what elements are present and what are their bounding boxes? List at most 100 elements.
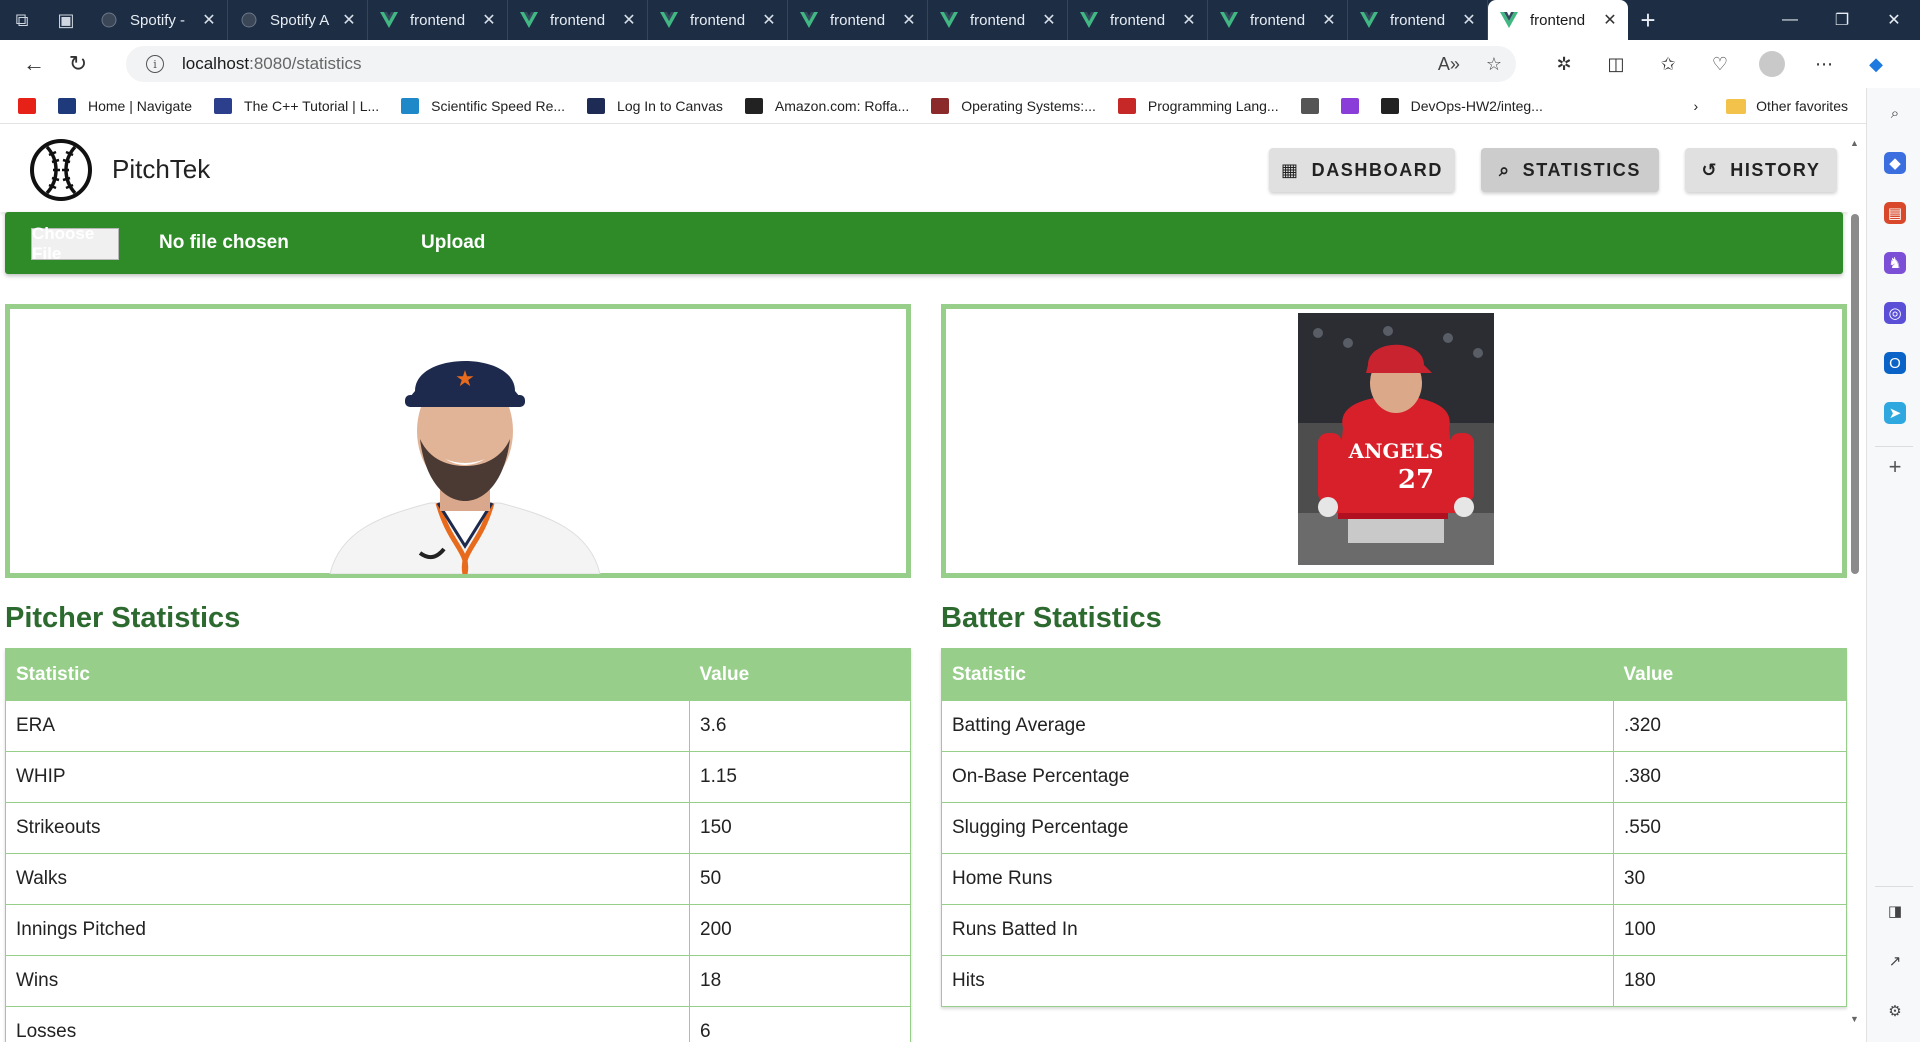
- tab-actions-icon[interactable]: ▣: [44, 0, 88, 40]
- favorite-link[interactable]: Operating Systems:...: [931, 97, 1096, 114]
- window-controls: — ❐ ✕: [1764, 0, 1920, 40]
- browser-tab[interactable]: frontend ✕: [1348, 0, 1488, 40]
- url-text[interactable]: localhost:8080/statistics: [182, 54, 362, 74]
- shopping-tag-icon[interactable]: ◆: [1884, 152, 1906, 174]
- favorite-label: Scientific Speed Re...: [431, 97, 566, 114]
- scroll-down-arrow-icon[interactable]: ▼: [1850, 1014, 1859, 1024]
- batter-stats-table: Statistic Value Batting Average .320 On-Ba…: [941, 648, 1847, 1007]
- profile-avatar[interactable]: [1759, 51, 1785, 77]
- favorites-bar: Home | Navigate The C++ Tutorial | L... Sc…: [0, 88, 1866, 124]
- close-tab-icon[interactable]: ✕: [481, 10, 497, 30]
- close-tab-icon[interactable]: ✕: [341, 10, 357, 30]
- site-info-icon[interactable]: i: [146, 55, 164, 73]
- more-menu-icon[interactable]: ⋯: [1798, 44, 1850, 84]
- browser-tab[interactable]: frontend ✕: [788, 0, 928, 40]
- favorite-link[interactable]: [18, 97, 36, 114]
- scroll-up-arrow-icon[interactable]: ▲: [1850, 138, 1859, 148]
- extensions-icon[interactable]: ✲: [1538, 44, 1590, 84]
- cpp-icon: [214, 97, 233, 114]
- browser-tab[interactable]: frontend ✕: [1068, 0, 1208, 40]
- favorite-link[interactable]: Scientific Speed Re...: [401, 97, 566, 114]
- stat-name-cell: Walks: [5, 853, 690, 905]
- close-tab-icon[interactable]: ✕: [1461, 10, 1477, 30]
- drop-icon[interactable]: ➤: [1884, 402, 1906, 424]
- favorite-star-icon[interactable]: ☆: [1486, 54, 1502, 75]
- favorite-link[interactable]: DevOps-HW2/integ...: [1380, 97, 1543, 114]
- favorite-link[interactable]: Home | Navigate: [58, 97, 192, 114]
- favorite-link[interactable]: Programming Lang...: [1117, 97, 1279, 114]
- nav-history-button[interactable]: ↺ HISTORY: [1685, 148, 1837, 192]
- play-icon: [1340, 97, 1359, 114]
- favorite-link[interactable]: Log In to Canvas: [587, 97, 723, 114]
- other-favorites-folder[interactable]: Other favorites: [1726, 98, 1848, 115]
- scrollbar-thumb[interactable]: [1851, 214, 1859, 574]
- close-tab-icon[interactable]: ✕: [1041, 10, 1057, 30]
- split-screen-icon[interactable]: ◫: [1590, 44, 1642, 84]
- close-tab-icon[interactable]: ✕: [1181, 10, 1197, 30]
- browser-tab[interactable]: frontend ✕: [508, 0, 648, 40]
- page-scrollbar[interactable]: ▲ ▼: [1848, 134, 1862, 1042]
- batter-photo: ANGELS 27: [1298, 313, 1494, 565]
- folder-icon: [1726, 99, 1747, 115]
- restore-icon[interactable]: ❐: [1816, 0, 1868, 40]
- stat-name-cell: Losses: [5, 1006, 690, 1042]
- close-tab-icon[interactable]: ✕: [761, 10, 777, 30]
- minimize-icon[interactable]: —: [1764, 0, 1816, 40]
- copilot-icon[interactable]: ◆: [1850, 44, 1902, 84]
- choose-file-button[interactable]: Choose File: [31, 224, 119, 263]
- close-tab-icon[interactable]: ✕: [1321, 10, 1337, 30]
- search-icon[interactable]: ⌕: [1884, 102, 1906, 124]
- document-icon: [1300, 97, 1319, 114]
- close-tab-icon[interactable]: ✕: [621, 10, 637, 30]
- browser-tab[interactable]: Spotify - ✕: [88, 0, 228, 40]
- stat-value-cell: .550: [1613, 802, 1847, 854]
- tools-icon[interactable]: ▤: [1884, 202, 1906, 224]
- browser-tab[interactable]: frontend ✕: [928, 0, 1068, 40]
- refresh-icon[interactable]: ↻: [56, 44, 100, 84]
- favorite-link[interactable]: Amazon.com: Roffa...: [744, 97, 910, 114]
- app-root: PitchTek ▦ DASHBOARD ⌕ STATISTICS ↺ HIST…: [0, 124, 1848, 1042]
- address-bar[interactable]: i localhost:8080/statistics A» ☆: [126, 46, 1516, 82]
- close-tab-icon[interactable]: ✕: [201, 10, 217, 30]
- upload-bar: Choose File No file chosen Upload: [5, 212, 1843, 274]
- read-aloud-icon[interactable]: A»: [1438, 54, 1460, 75]
- add-sidebar-app-icon[interactable]: +: [1884, 454, 1906, 479]
- favorite-link[interactable]: [1340, 97, 1359, 114]
- microsoft365-icon[interactable]: ◎: [1884, 302, 1906, 324]
- favorite-link[interactable]: The C++ Tutorial | L...: [214, 97, 379, 114]
- back-icon[interactable]: ←: [12, 44, 56, 84]
- vue-icon: [1220, 11, 1238, 29]
- games-icon[interactable]: ♞: [1884, 252, 1906, 274]
- favorites-icon[interactable]: ✩: [1642, 44, 1694, 84]
- browser-tab[interactable]: frontend ✕: [1488, 0, 1628, 40]
- stat-name-cell: Runs Batted In: [941, 904, 1614, 956]
- table-row: Batting Average .320: [941, 700, 1847, 752]
- workspaces-icon[interactable]: ⧉: [0, 0, 44, 40]
- baseball-logo-icon: [30, 139, 92, 201]
- settings-gear-icon[interactable]: ⚙: [1884, 1000, 1906, 1022]
- globe-icon: [240, 11, 258, 29]
- favorite-link[interactable]: [1300, 97, 1319, 114]
- browser-tab[interactable]: frontend ✕: [1208, 0, 1348, 40]
- browser-essentials-icon[interactable]: ♡: [1694, 44, 1746, 84]
- sidebar-toggle-icon[interactable]: ◨: [1884, 900, 1906, 922]
- stat-value-cell: 200: [689, 904, 911, 956]
- sidebar-divider: [1875, 886, 1913, 887]
- browser-tab[interactable]: frontend ✕: [648, 0, 788, 40]
- close-window-icon[interactable]: ✕: [1868, 0, 1920, 40]
- table-row: Slugging Percentage .550: [941, 802, 1847, 854]
- favorite-label: Operating Systems:...: [961, 97, 1096, 114]
- favorites-overflow-icon[interactable]: ›: [1694, 98, 1699, 114]
- browser-tab[interactable]: frontend ✕: [368, 0, 508, 40]
- open-external-icon[interactable]: ↗: [1884, 950, 1906, 972]
- browser-tab[interactable]: Spotify A ✕: [228, 0, 368, 40]
- upload-button[interactable]: Upload: [421, 232, 485, 254]
- outlook-icon[interactable]: O: [1884, 352, 1906, 374]
- close-tab-icon[interactable]: ✕: [901, 10, 917, 30]
- close-tab-icon[interactable]: ✕: [1602, 10, 1618, 30]
- new-tab-button[interactable]: +: [1628, 0, 1668, 40]
- vue-icon: [520, 11, 538, 29]
- favorite-label: Amazon.com: Roffa...: [774, 97, 910, 114]
- nav-statistics-button[interactable]: ⌕ STATISTICS: [1481, 148, 1659, 192]
- nav-dashboard-button[interactable]: ▦ DASHBOARD: [1269, 148, 1455, 192]
